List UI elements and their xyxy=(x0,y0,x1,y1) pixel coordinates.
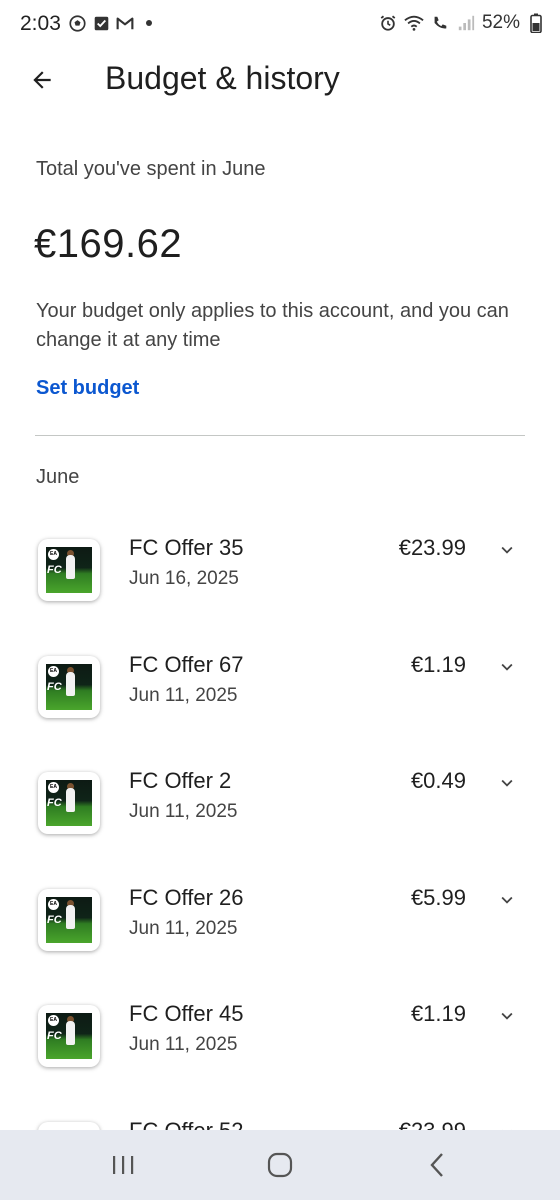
app-bar: Budget & history xyxy=(0,52,560,108)
ea-fc-app-icon: EA FC xyxy=(38,888,100,951)
back-button[interactable] xyxy=(22,60,62,100)
chevron-down-icon xyxy=(501,1012,513,1020)
chevron-down-icon xyxy=(501,779,513,787)
ea-fc-app-icon: EA FC xyxy=(38,1005,100,1067)
transaction-date: Jun 16, 2025 xyxy=(129,568,239,589)
transaction-name: FC Offer 67 xyxy=(129,651,244,677)
transaction-row[interactable]: EA FC FC Offer 26 Jun 11, 2025 €5.99 xyxy=(0,885,560,985)
transaction-amount: €0.49 xyxy=(410,768,466,793)
player-figure xyxy=(66,555,75,579)
transaction-name: FC Offer 26 xyxy=(129,884,244,910)
status-time: 2:03 xyxy=(20,12,61,35)
chevron-down-icon xyxy=(501,896,513,904)
divider xyxy=(35,435,525,436)
transaction-row[interactable]: EA FC FC Offer 67 Jun 11, 2025 €1.19 xyxy=(0,652,560,752)
transaction-row[interactable]: EA FC FC Offer 2 Jun 11, 2025 €0.49 xyxy=(0,768,560,868)
expand-button[interactable] xyxy=(494,654,520,680)
transaction-date: Jun 11, 2025 xyxy=(129,801,238,822)
fc-logo: FC xyxy=(47,1030,62,1042)
chevron-down-icon xyxy=(501,546,513,554)
transaction-date: Jun 11, 2025 xyxy=(129,684,238,706)
wifi-icon xyxy=(404,13,424,33)
fc-logo: FC xyxy=(47,797,62,809)
transaction-amount: €1.19 xyxy=(410,651,466,677)
status-bar: 2:03 52% xyxy=(0,0,560,50)
player-figure xyxy=(66,1021,75,1045)
ea-logo: EA xyxy=(48,898,59,910)
budget-note: Your budget only applies to this account… xyxy=(36,300,509,351)
recent-apps-icon xyxy=(113,1156,134,1174)
status-right: 52% xyxy=(378,12,546,34)
transaction-amount: €23.99 xyxy=(398,535,466,560)
page-title: Budget & history xyxy=(105,60,340,96)
transaction-date: Jun 11, 2025 xyxy=(129,1034,238,1055)
transaction-amount: €1.19 xyxy=(410,1001,466,1026)
expand-button[interactable] xyxy=(494,1003,520,1029)
ea-fc-app-icon: EA FC xyxy=(38,655,100,718)
dot-icon xyxy=(140,14,158,32)
wifi-calling-icon xyxy=(430,13,450,33)
signal-icon xyxy=(456,13,476,33)
ea-logo: EA xyxy=(48,1015,59,1026)
gmail-icon xyxy=(116,14,134,32)
ea-logo: EA xyxy=(48,665,59,677)
expand-button[interactable] xyxy=(494,770,520,796)
transaction-row[interactable]: EA FC FC Offer 45 Jun 11, 2025 €1.19 xyxy=(0,1001,560,1101)
fc-logo: FC xyxy=(47,913,62,926)
home-button[interactable] xyxy=(260,1148,300,1182)
fc-logo: FC xyxy=(47,564,62,576)
spent-amount: €169.62 xyxy=(34,222,183,266)
soccer-ball-icon xyxy=(68,14,86,32)
battery-percent: 52% xyxy=(481,12,520,33)
alarm-icon xyxy=(378,13,398,33)
expand-button[interactable] xyxy=(494,887,520,913)
recent-apps-button[interactable] xyxy=(103,1148,143,1182)
arrow-back-icon xyxy=(33,71,51,89)
expand-button[interactable] xyxy=(494,537,520,563)
transaction-name: FC Offer 2 xyxy=(129,768,232,793)
battery-icon xyxy=(526,13,546,33)
transaction-row[interactable]: EA FC FC Offer 35 Jun 16, 2025 €23.99 xyxy=(0,535,560,635)
ea-fc-app-icon: EA FC xyxy=(38,539,100,601)
player-figure xyxy=(66,671,75,696)
set-budget-link[interactable]: Set budget xyxy=(36,377,139,400)
notification-icons xyxy=(68,14,158,32)
transaction-amount: €5.99 xyxy=(410,884,466,910)
transaction-name: FC Offer 35 xyxy=(129,535,244,560)
month-header: June xyxy=(36,466,80,488)
transaction-date: Jun 11, 2025 xyxy=(129,917,238,939)
transaction-name: FC Offer 45 xyxy=(129,1001,244,1026)
check-box-icon xyxy=(92,14,110,32)
spent-label: Total you've spent in June xyxy=(36,158,266,180)
chevron-down-icon xyxy=(501,663,513,671)
chevron-left-icon xyxy=(430,1153,443,1177)
fc-logo: FC xyxy=(47,680,62,693)
system-nav-bar xyxy=(0,1130,560,1200)
ea-logo: EA xyxy=(48,549,59,560)
player-figure xyxy=(66,904,75,929)
home-icon xyxy=(267,1152,293,1178)
ea-fc-app-icon: EA FC xyxy=(38,772,100,834)
back-nav-button[interactable] xyxy=(417,1148,457,1182)
player-figure xyxy=(66,788,75,812)
ea-logo: EA xyxy=(48,782,59,793)
